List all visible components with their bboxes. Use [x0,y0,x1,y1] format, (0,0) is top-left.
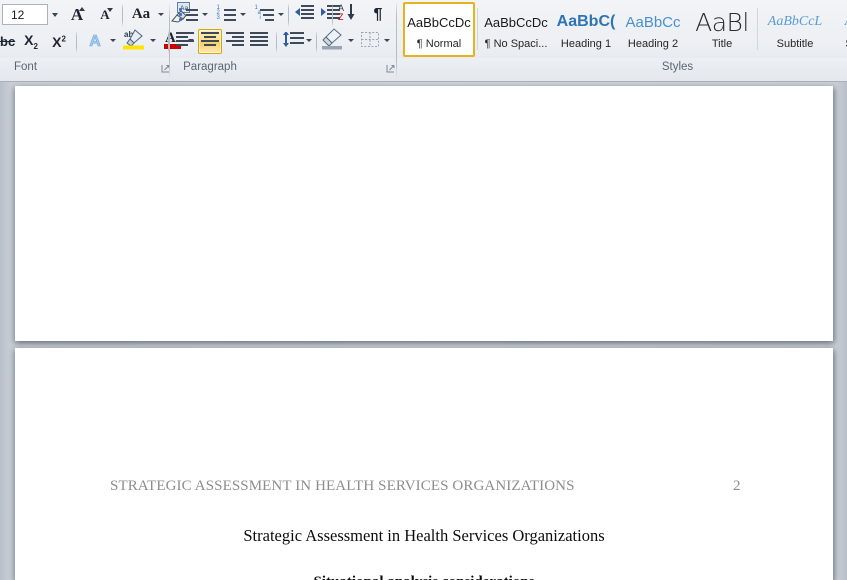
strikethrough-button[interactable]: abc [0,30,17,53]
style-preview: A [834,9,847,35]
change-case-button[interactable]: Aa [126,3,156,26]
align-center-icon [201,32,219,51]
show-formatting-marks-button[interactable]: ¶ [366,3,390,26]
style-item-normal[interactable]: AaBbCcDc ¶ Normal [403,2,475,57]
sort-button[interactable]: A Z [336,3,362,26]
group-label-paragraph: Paragraph [183,61,237,73]
document-page-1[interactable] [15,86,833,341]
change-case-icon: Aa [131,6,151,22]
bullets-icon [178,7,198,22]
align-right-icon [226,32,244,51]
superscript-icon: X2 [52,33,66,50]
decrease-indent-button[interactable] [292,3,316,26]
style-label: Heading 2 [627,38,679,50]
text-effects-dropdown-arrow[interactable] [110,39,116,42]
multilevel-list-button[interactable]: 1 a i [252,3,276,26]
borders-icon [361,31,379,52]
change-case-dropdown-arrow[interactable] [158,13,164,16]
bullets-button[interactable] [176,3,200,26]
style-item-heading-1[interactable]: AaBbC( Heading 1 [553,2,619,57]
style-preview: AaBbC( [556,13,616,30]
superscript-button[interactable]: X2 [46,30,72,53]
shading-icon [321,28,345,55]
numbering-icon: 1 2 3 [217,5,236,22]
bullets-dropdown-arrow[interactable] [202,13,208,16]
font-size-input[interactable]: 12 [2,4,48,25]
text-highlight-dropdown-arrow[interactable] [150,39,156,42]
shrink-font-button[interactable]: A [92,3,118,26]
style-preview: AaBbCcL [767,14,823,29]
line-spacing-dropdown-arrow[interactable] [306,39,312,42]
document-running-header: STRATEGIC ASSESSMENT IN HEALTH SERVICES … [110,478,575,494]
justify-icon [250,32,268,51]
highlighter-icon: ab [122,28,146,55]
up-arrow-icon [79,7,85,11]
document-subheading: Situational analysis considerations [15,574,833,580]
align-left-icon [176,32,194,51]
style-label: Title [711,38,733,50]
numbering-button[interactable]: 1 2 3 [214,3,238,26]
text-effects-icon: A [89,32,101,50]
font-size-dropdown-arrow[interactable] [48,4,62,25]
ribbon-group-label-bar: Font Paragraph Styles [0,2,847,81]
style-preview: AaBl [695,9,749,35]
strikethrough-icon: abc [0,34,16,49]
align-right-button[interactable] [224,30,246,53]
style-preview: AaBbCcDc [484,14,548,30]
borders-button[interactable] [358,30,382,53]
document-canvas[interactable]: STRATEGIC ASSESSMENT IN HEALTH SERVICES … [0,82,847,580]
numbering-dropdown-arrow[interactable] [240,13,246,16]
down-arrow-icon [107,8,113,12]
style-label: Heading 1 [560,38,612,50]
style-label: Subtitle [776,38,814,50]
grow-font-button[interactable]: A [64,3,90,26]
style-preview: AaBbCc [625,13,681,31]
document-page-2[interactable]: STRATEGIC ASSESSMENT IN HEALTH SERVICES … [15,348,833,580]
multilevel-list-dropdown-arrow[interactable] [278,13,284,16]
document-title-line: Strategic Assessment in Health Services … [243,526,605,545]
text-highlight-button[interactable]: ab [120,29,148,54]
style-label: ¶ Normal [416,38,462,50]
decrease-indent-icon [294,4,314,25]
document-page-number: 2 [733,478,741,494]
style-item-subtitle[interactable]: AaBbCcL Subtitle [760,2,830,57]
style-item-subtle-emphasis[interactable]: A S [834,2,847,57]
subscript-button[interactable]: X2 [18,30,44,53]
sort-icon: A Z [338,3,360,26]
font-size-value: 12 [11,7,25,22]
borders-dropdown-arrow[interactable] [384,39,390,42]
style-item-title[interactable]: AaBl Title [690,2,754,57]
line-spacing-icon [282,30,304,52]
align-center-button[interactable] [198,29,222,54]
ribbon: 12 A A Aa A bc X2 X2 A ab A 1 2 3 1 a i … [0,0,847,82]
pilcrow-icon: ¶ [373,5,383,23]
multilevel-list-icon: 1 a i [255,5,274,22]
style-preview: AaBbCcDc [407,14,471,30]
ribbon-controls: 12 A A Aa A bc X2 X2 A ab A 1 2 3 1 a i … [0,0,847,78]
justify-button[interactable] [248,30,270,53]
shading-dropdown-arrow[interactable] [348,39,354,42]
shading-button[interactable] [320,28,346,55]
group-label-styles: Styles [661,61,694,73]
svg-text:Z: Z [338,12,344,21]
style-item-heading-2[interactable]: AaBbCc Heading 2 [620,2,686,57]
style-item-no-spacing[interactable]: AaBbCcDc ¶ No Spaci... [480,2,552,57]
style-label: ¶ No Spaci... [484,38,548,50]
align-left-button[interactable] [174,30,196,53]
text-effects-button[interactable]: A [82,30,108,53]
subscript-icon: X2 [24,31,38,51]
word-application-window: 12 A A Aa A bc X2 X2 A ab A 1 2 3 1 a i … [0,0,847,580]
line-spacing-button[interactable] [280,30,306,53]
